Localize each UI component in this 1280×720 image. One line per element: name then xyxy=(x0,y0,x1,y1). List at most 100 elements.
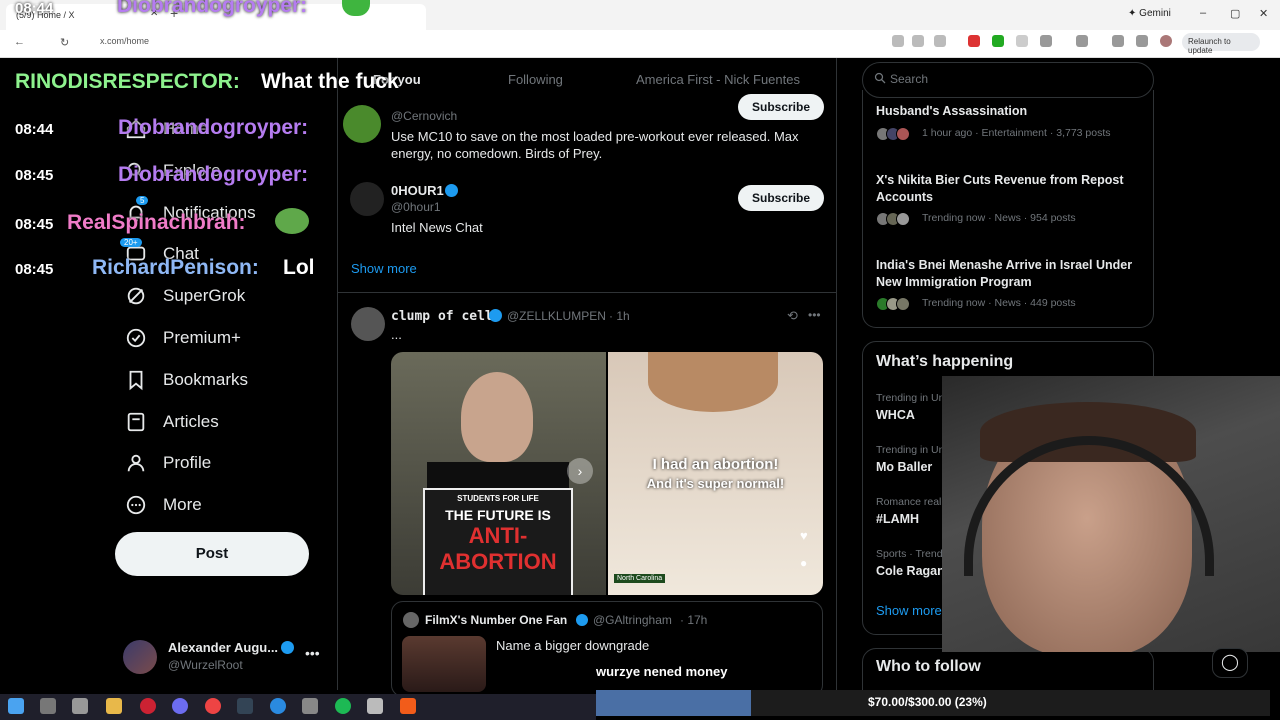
notification-badge: 5 xyxy=(136,196,149,205)
nav-item-premium[interactable]: Premium+ xyxy=(125,327,241,349)
post-image-right[interactable]: I had an abortion! And it's super normal… xyxy=(608,352,823,595)
bookmark-icon xyxy=(129,370,143,391)
tab-following[interactable]: Following xyxy=(508,72,563,87)
app-icon[interactable] xyxy=(140,698,156,714)
search-input[interactable]: Search xyxy=(890,72,928,86)
url-text[interactable]: x.com/home xyxy=(100,36,149,46)
sign-caption: ABORTION xyxy=(439,549,557,574)
bio: Intel News Chat xyxy=(391,220,483,235)
nav-item-supergrok[interactable]: SuperGrok xyxy=(125,285,245,307)
relaunch-button[interactable]: Relaunch to update xyxy=(1182,33,1260,55)
trend-title[interactable]: Mo Baller xyxy=(876,460,932,474)
sign-caption: STUDENTS FOR LIFE xyxy=(457,494,539,503)
app-icon[interactable] xyxy=(302,698,318,714)
avatar[interactable] xyxy=(343,105,381,143)
nav-item-profile[interactable]: Profile xyxy=(125,452,211,474)
trend-title[interactable]: X's Nikita Bier Cuts Revenue from Repost… xyxy=(876,172,1136,206)
windows-taskbar xyxy=(0,694,596,720)
start-icon[interactable] xyxy=(8,698,24,714)
divider xyxy=(836,58,837,690)
zoom-icon[interactable] xyxy=(912,35,924,47)
trend-meta: 1 hour ago · Entertainment · 3,773 posts xyxy=(922,127,1111,139)
show-more-link[interactable]: Show more xyxy=(876,603,942,618)
chat-message: Lol xyxy=(283,256,315,279)
quoted-time: · 17h xyxy=(680,613,708,627)
search-icon[interactable] xyxy=(40,698,56,714)
post-author[interactable]: clump of cells xyxy=(391,309,501,324)
nav-item-bookmarks[interactable]: Bookmarks xyxy=(125,369,248,391)
trend-title[interactable]: Cole Ragan xyxy=(876,564,945,578)
edge-icon[interactable] xyxy=(270,698,286,714)
minimize-icon[interactable]: – xyxy=(1200,7,1206,19)
next-image-icon[interactable]: › xyxy=(567,458,593,484)
account-name[interactable]: 0HOUR1 xyxy=(391,183,444,198)
trend-title[interactable]: India's Bnei Menashe Arrive in Israel Un… xyxy=(876,257,1151,291)
post-handle[interactable]: @ZELLKLUMPEN xyxy=(507,309,606,323)
trend-title[interactable]: #LAMH xyxy=(876,512,919,526)
chat-username: RealSpinachbrah: xyxy=(67,211,246,234)
chrome-icon[interactable] xyxy=(205,698,221,714)
window-close-icon[interactable]: ✕ xyxy=(1259,7,1268,20)
quoted-image[interactable] xyxy=(402,636,486,692)
tab-list[interactable]: America First - Nick Fuentes xyxy=(636,72,800,87)
post-time[interactable]: · 1h xyxy=(609,309,630,323)
address-bar[interactable] xyxy=(0,30,1280,58)
brave-icon[interactable] xyxy=(400,698,416,714)
download-icon[interactable] xyxy=(1112,35,1124,47)
donation-label: wurzye nened money xyxy=(596,664,728,679)
subscribe-button[interactable]: Subscribe xyxy=(738,94,824,120)
reading-list-icon[interactable] xyxy=(1136,35,1148,47)
post-more-icon[interactable]: ••• xyxy=(808,308,821,322)
post-image-left[interactable]: STUDENTS FOR LIFE THE FUTURE IS ANTI- AB… xyxy=(391,352,606,595)
maximize-icon[interactable]: ▢ xyxy=(1230,7,1240,20)
post-button[interactable]: Post xyxy=(115,532,309,576)
discord-icon[interactable] xyxy=(172,698,188,714)
extension-icon[interactable] xyxy=(1016,35,1028,47)
nav-label: Bookmarks xyxy=(163,370,249,389)
spotify-icon[interactable] xyxy=(335,698,351,714)
sidepanel-icon[interactable] xyxy=(1076,35,1088,47)
chat-username: Diobrandogroyper: xyxy=(117,0,308,17)
profile-avatar[interactable] xyxy=(1160,35,1172,47)
extension-icon[interactable] xyxy=(992,35,1004,47)
file-explorer-icon[interactable] xyxy=(106,698,122,714)
trend-title[interactable]: Husband's Assassination xyxy=(876,104,1027,118)
account-more-icon[interactable]: ••• xyxy=(305,645,320,661)
quoted-author[interactable]: FilmX's Number One Fan xyxy=(425,613,567,627)
sign-caption: THE FUTURE IS xyxy=(445,507,551,523)
nav-item-more[interactable]: More xyxy=(125,494,202,516)
divider xyxy=(338,292,836,293)
chat-time: 08:45 xyxy=(15,167,54,184)
steam-icon[interactable] xyxy=(237,698,253,714)
bio: Use MC10 to save on the most loaded pre-… xyxy=(391,129,799,161)
chat-bubble-icon[interactable]: ◯ xyxy=(1212,648,1248,678)
grok-icon[interactable]: ⟲ xyxy=(787,308,798,324)
nav-label: More xyxy=(163,495,202,514)
trend-avatars xyxy=(876,295,910,313)
avatar[interactable] xyxy=(351,307,385,341)
video-caption: And it's super normal! xyxy=(646,476,785,491)
show-more-link[interactable]: Show more xyxy=(351,261,417,276)
gemini-button[interactable]: ✦ Gemini xyxy=(1128,8,1171,19)
nav-label: Premium+ xyxy=(163,328,241,347)
install-icon[interactable] xyxy=(892,35,904,47)
star-icon[interactable] xyxy=(934,35,946,47)
avatar[interactable] xyxy=(350,182,384,216)
handle: @0hour1 xyxy=(391,200,441,214)
app-icon[interactable] xyxy=(367,698,383,714)
extensions-puzzle-icon[interactable] xyxy=(1040,35,1052,47)
back-icon[interactable]: ← xyxy=(14,36,25,48)
location-tag: North Carolina xyxy=(614,574,666,583)
verified-icon xyxy=(126,328,146,348)
nav-item-articles[interactable]: Articles xyxy=(125,411,219,433)
avatar[interactable] xyxy=(123,640,157,674)
subscribe-button[interactable]: Subscribe xyxy=(738,185,824,211)
reload-icon[interactable]: ↻ xyxy=(60,36,69,49)
chat-username: Diobrandogroyper: xyxy=(118,116,309,139)
account-name[interactable]: Alexander Augu... xyxy=(168,640,278,655)
extension-icon[interactable] xyxy=(968,35,980,47)
task-view-icon[interactable] xyxy=(72,698,88,714)
nav-label: Articles xyxy=(163,412,219,431)
chat-badge: 20+ xyxy=(120,238,142,247)
trend-title[interactable]: WHCA xyxy=(876,408,915,422)
